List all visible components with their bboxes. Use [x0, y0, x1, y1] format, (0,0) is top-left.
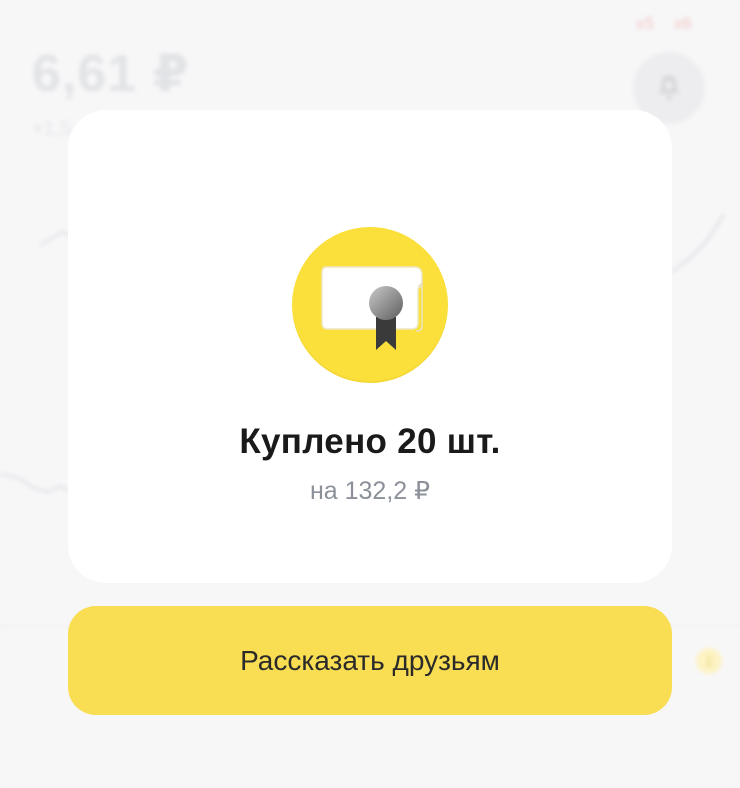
- background-badge: 1: [696, 648, 722, 674]
- certificate-icon: [321, 266, 423, 350]
- purchase-success-dialog: Куплено 20 шт. на 132,2 ₽: [68, 110, 672, 583]
- certificate-icon-circle: [292, 227, 448, 383]
- purchase-title: Куплено 20 шт.: [239, 422, 501, 461]
- share-with-friends-button[interactable]: Рассказать друзьям: [68, 606, 672, 715]
- purchase-amount: на 132,2 ₽: [309, 477, 431, 505]
